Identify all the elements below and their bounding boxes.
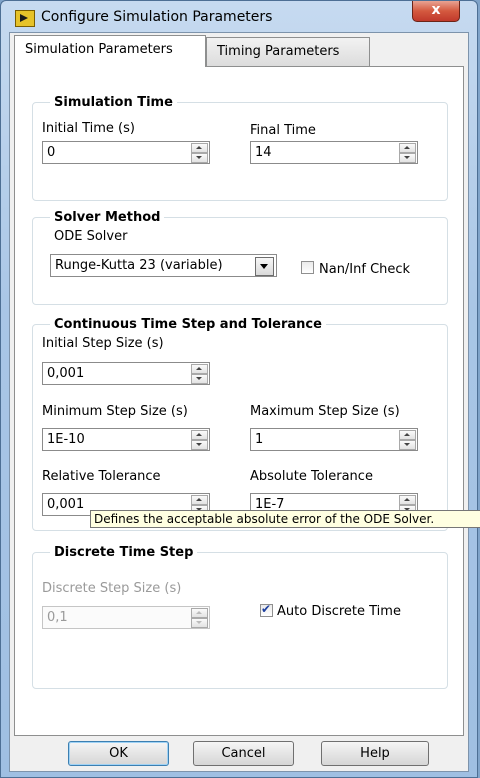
- initial-time-value: 0: [47, 145, 56, 160]
- discrete-step-size-field: 0,1: [42, 606, 210, 629]
- initial-time-field[interactable]: 0: [42, 141, 210, 164]
- group-title-discrete-time-step: Discrete Time Step: [50, 545, 198, 560]
- ode-solver-value: Runge-Kutta 23 (variable): [55, 258, 223, 273]
- spin-down-icon[interactable]: [399, 153, 416, 163]
- help-button[interactable]: Help: [321, 741, 429, 766]
- spin-down-icon[interactable]: [191, 440, 208, 450]
- labview-app-icon: [15, 10, 35, 27]
- maximum-step-size-field[interactable]: 1: [250, 428, 418, 451]
- maximum-step-size-value: 1: [255, 432, 264, 447]
- spin-up-icon[interactable]: [399, 430, 416, 440]
- group-title-simulation-time: Simulation Time: [50, 95, 177, 110]
- spin-up-icon[interactable]: [191, 430, 208, 440]
- initial-step-size-spinner[interactable]: [191, 364, 208, 384]
- absolute-tolerance-label: Absolute Tolerance: [250, 469, 373, 484]
- discrete-step-size-spinner: [191, 608, 208, 628]
- maximum-step-size-label: Maximum Step Size (s): [250, 404, 400, 419]
- minimum-step-size-field[interactable]: 1E-10: [42, 428, 210, 451]
- group-title-solver-method: Solver Method: [50, 210, 165, 225]
- tab-timing-parameters[interactable]: Timing Parameters: [206, 37, 370, 66]
- final-time-field[interactable]: 14: [250, 141, 418, 164]
- initial-step-size-value: 0,001: [47, 366, 85, 381]
- initial-step-size-field[interactable]: 0,001: [42, 362, 210, 385]
- ok-button[interactable]: OK: [68, 741, 169, 766]
- title-bar[interactable]: Configure Simulation Parameters x: [1, 1, 477, 33]
- final-time-label: Final Time: [250, 123, 316, 138]
- spin-up-icon[interactable]: [191, 143, 208, 153]
- initial-time-label: Initial Time (s): [42, 121, 135, 136]
- minimum-step-size-label: Minimum Step Size (s): [42, 404, 188, 419]
- naninf-check-checkbox[interactable]: [301, 261, 314, 274]
- auto-discrete-time-checkbox[interactable]: [260, 602, 273, 617]
- initial-time-spinner[interactable]: [191, 143, 208, 163]
- discrete-step-size-label: Discrete Step Size (s): [42, 581, 182, 596]
- ode-solver-label: ODE Solver: [54, 229, 128, 244]
- spin-up-icon: [191, 608, 208, 618]
- spin-down-icon[interactable]: [191, 153, 208, 163]
- naninf-check-label: Nan/Inf Check: [319, 262, 411, 277]
- spin-up-icon[interactable]: [399, 495, 416, 505]
- maximum-step-size-spinner[interactable]: [399, 430, 416, 450]
- absolute-tolerance-tooltip: Defines the acceptable absolute error of…: [90, 510, 480, 528]
- relative-tolerance-value: 0,001: [47, 497, 85, 512]
- spin-down-icon[interactable]: [399, 440, 416, 450]
- chevron-down-icon[interactable]: [255, 257, 274, 276]
- minimum-step-size-value: 1E-10: [47, 432, 85, 447]
- ode-solver-select[interactable]: Runge-Kutta 23 (variable): [50, 254, 277, 277]
- spin-up-icon[interactable]: [399, 143, 416, 153]
- window-title: Configure Simulation Parameters: [41, 9, 273, 25]
- cancel-button[interactable]: Cancel: [193, 741, 294, 766]
- minimum-step-size-spinner[interactable]: [191, 430, 208, 450]
- tab-simulation-parameters[interactable]: Simulation Parameters: [14, 35, 206, 67]
- group-title-continuous-time-step: Continuous Time Step and Tolerance: [50, 317, 326, 332]
- discrete-step-size-value: 0,1: [47, 610, 68, 625]
- final-time-spinner[interactable]: [399, 143, 416, 163]
- relative-tolerance-label: Relative Tolerance: [42, 469, 161, 484]
- initial-step-size-label: Initial Step Size (s): [42, 336, 164, 351]
- spin-down-icon: [191, 618, 208, 628]
- close-button[interactable]: x: [412, 1, 460, 22]
- dialog-window: Configure Simulation Parameters x Simula…: [0, 0, 478, 778]
- auto-discrete-time-label: Auto Discrete Time: [277, 604, 401, 619]
- dialog-client: Simulation Parameters Timing Parameters …: [9, 32, 469, 772]
- simulation-parameters-panel: Simulation Time Initial Time (s) 0 Final…: [14, 66, 464, 736]
- spin-up-icon[interactable]: [191, 364, 208, 374]
- spin-up-icon[interactable]: [191, 495, 208, 505]
- final-time-value: 14: [255, 145, 272, 160]
- spin-down-icon[interactable]: [191, 374, 208, 384]
